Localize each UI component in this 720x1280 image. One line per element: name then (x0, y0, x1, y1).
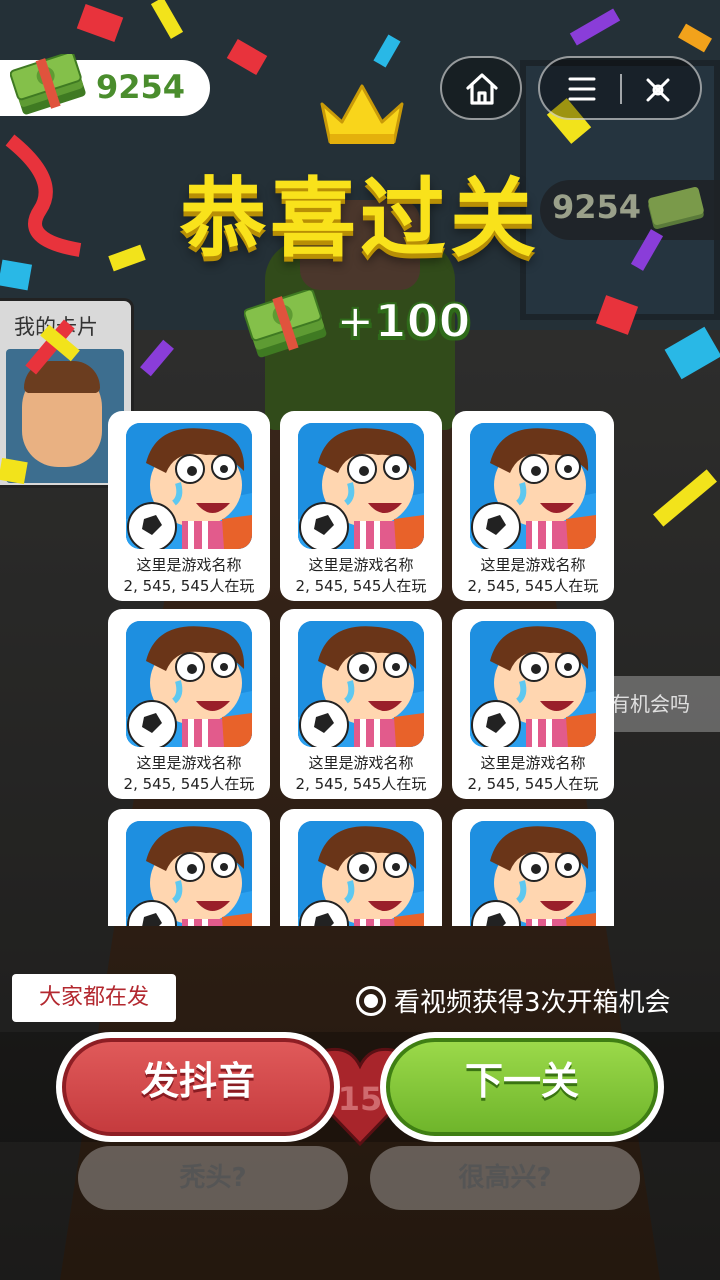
cash-icon (10, 54, 86, 115)
menu-icon[interactable] (562, 74, 602, 104)
my-card-label: 我的卡片 (14, 315, 98, 339)
watch-video-option[interactable]: 看视频获得3次开箱机会 (356, 982, 696, 1022)
game-name: 这里是游戏名称 (480, 556, 586, 574)
mini-program-capsule (538, 56, 702, 120)
heart-number: 15 (338, 1080, 383, 1118)
game-icon (470, 621, 596, 747)
game-player-count: 2, 545, 545人在玩 (295, 775, 427, 793)
capsule-divider (620, 74, 622, 104)
watch-video-label: 看视频获得3次开箱机会 (394, 988, 671, 1018)
game-card[interactable]: 这里是游戏名称 2, 545, 545人在玩 (108, 809, 270, 926)
game-icon (126, 621, 252, 747)
game-card[interactable]: 这里是游戏名称 2, 545, 545人在玩 (452, 809, 614, 926)
trending-tag: 大家都在发 (12, 974, 176, 1022)
game-player-count: 2, 545, 545人在玩 (123, 577, 255, 595)
game-player-count: 2, 545, 545人在玩 (295, 577, 427, 595)
game-player-count: 2, 545, 545人在玩 (467, 775, 599, 793)
next-level-button[interactable]: 下一关 (380, 1032, 664, 1142)
reward-display: +100 (244, 290, 484, 370)
game-card[interactable]: 这里是游戏名称 2, 545, 545人在玩 (280, 809, 442, 926)
share-douyin-button[interactable]: 发抖音 (56, 1032, 340, 1142)
game-card[interactable]: 这里是游戏名称 2, 545, 545人在玩 (452, 411, 614, 601)
game-name: 这里是游戏名称 (136, 754, 242, 772)
game-icon (126, 821, 252, 926)
bg-option-chip: 有机会吗 (600, 676, 720, 732)
game-icon (298, 423, 424, 549)
game-name: 这里是游戏名称 (480, 754, 586, 772)
home-button[interactable] (440, 56, 522, 120)
cash-icon (244, 290, 327, 358)
reward-amount: +100 (335, 293, 472, 349)
game-recommendation-grid: 这里是游戏名称 2, 545, 545人在玩 这里是游戏名称 2, 545, 5… (108, 411, 614, 926)
game-name: 这里是游戏名称 (308, 556, 414, 574)
next-level-label: 下一关 (464, 1059, 579, 1103)
my-card-avatar (6, 349, 124, 483)
radio-checked-icon[interactable] (356, 986, 386, 1016)
close-icon[interactable] (638, 70, 678, 110)
game-icon (298, 621, 424, 747)
game-icon (126, 423, 252, 549)
game-name: 这里是游戏名称 (308, 754, 414, 772)
game-icon (470, 821, 596, 926)
game-card[interactable]: 这里是游戏名称 2, 545, 545人在玩 (452, 609, 614, 799)
game-player-count: 2, 545, 545人在玩 (467, 577, 599, 595)
level-complete-title: 恭喜过关 (180, 169, 540, 269)
game-player-count: 2, 545, 545人在玩 (123, 775, 255, 793)
coin-amount: 9254 (96, 68, 186, 106)
game-icon (298, 821, 424, 926)
game-card[interactable]: 这里是游戏名称 2, 545, 545人在玩 (108, 609, 270, 799)
bg-answer-right: 很高兴? (370, 1146, 640, 1210)
game-icon (470, 423, 596, 549)
crown-icon (320, 84, 404, 144)
game-card[interactable]: 这里是游戏名称 2, 545, 545人在玩 (280, 411, 442, 601)
game-card[interactable]: 这里是游戏名称 2, 545, 545人在玩 (280, 609, 442, 799)
game-card[interactable]: 这里是游戏名称 2, 545, 545人在玩 (108, 411, 270, 601)
home-icon (466, 73, 498, 105)
bg-answer-left: 秃头? (78, 1146, 348, 1210)
coin-counter: 9254 (0, 54, 210, 116)
game-name: 这里是游戏名称 (136, 556, 242, 574)
share-douyin-label: 发抖音 (140, 1059, 255, 1103)
